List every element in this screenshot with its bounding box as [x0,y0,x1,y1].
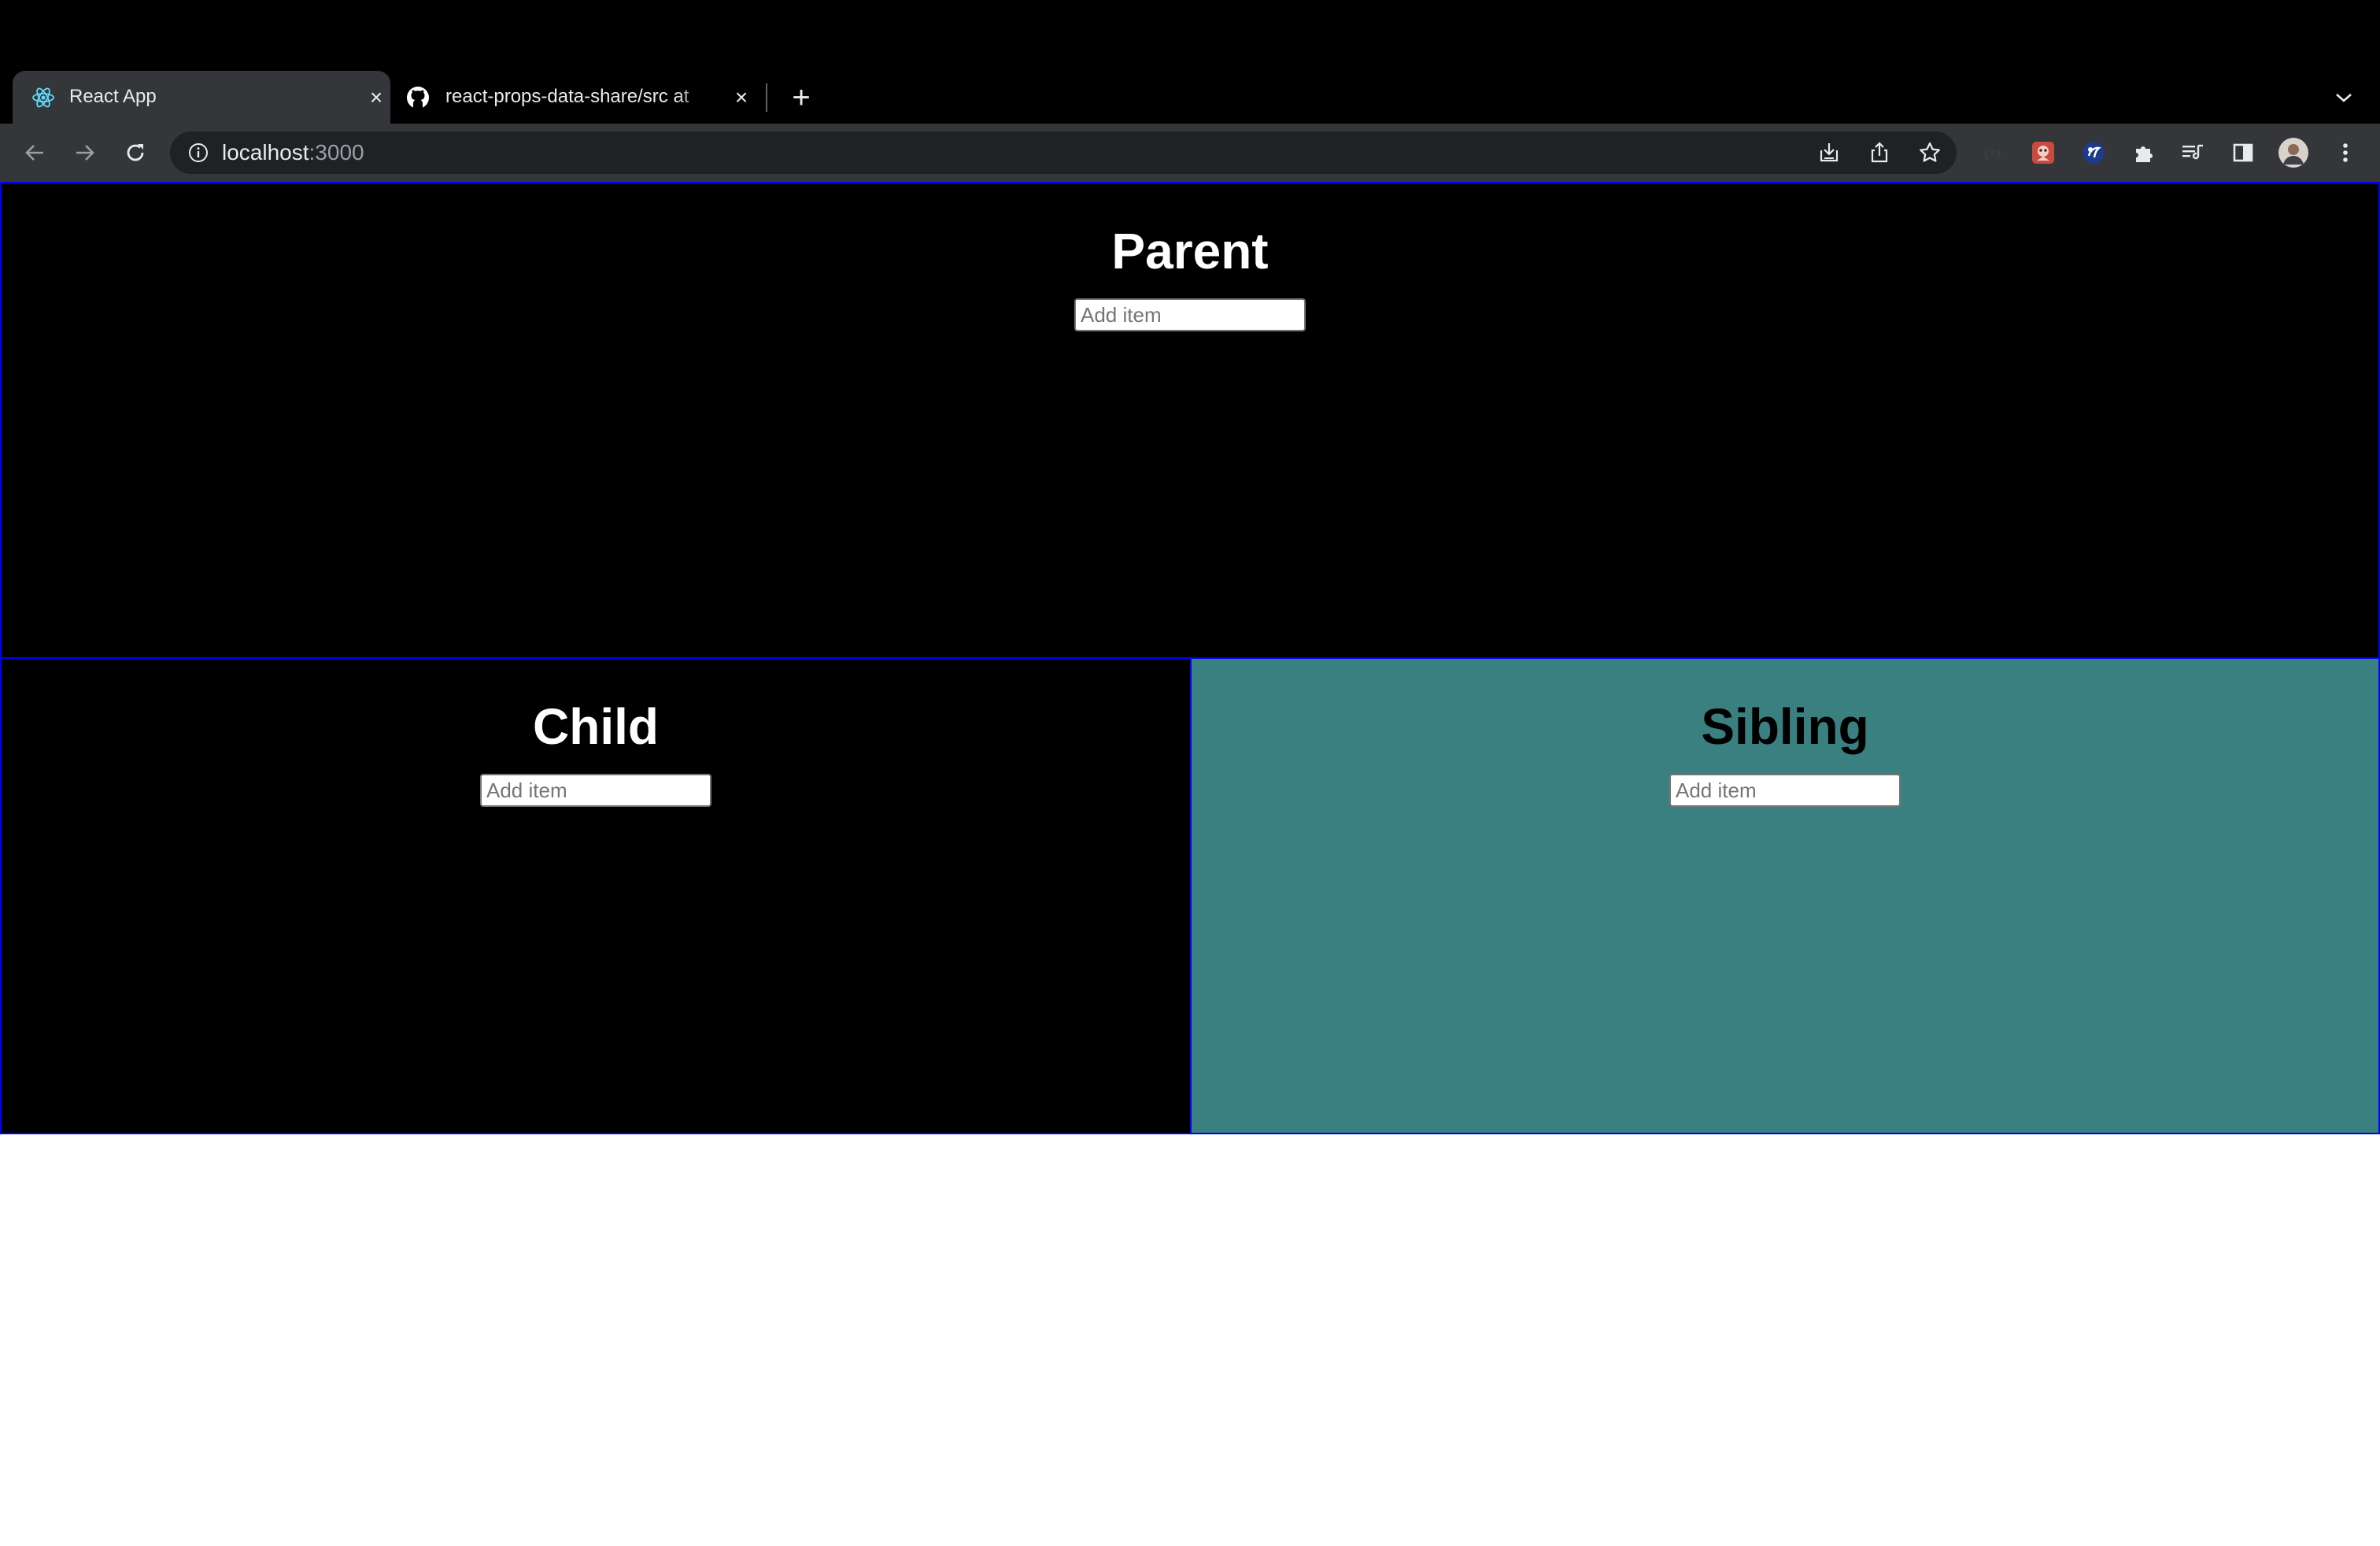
tab-separator [766,83,767,112]
close-tab-icon[interactable]: × [364,85,389,110]
tab-search-chevron-down-icon[interactable] [2328,83,2360,112]
sibling-heading: Sibling [1701,698,1869,755]
address-bar[interactable]: localhost:3000 [170,131,1957,174]
parent-panel: Parent [0,182,2380,659]
tab-title: react-props-data-share/src at [445,86,689,107]
forward-arrow-icon[interactable] [68,135,102,170]
sibling-add-item-input[interactable] [1669,774,1901,807]
new-tab-plus-icon[interactable]: + [785,82,817,113]
side-panel-icon[interactable] [2227,137,2259,168]
puzzle-extensions-icon[interactable] [2128,137,2160,168]
parent-heading: Parent [1111,223,1269,279]
site-info-icon[interactable] [187,142,209,164]
browser-toolbar: localhost:3000 {≡} [0,124,2380,182]
browser-window: React App × react-props-data-share/src a… [0,0,2380,182]
url-text: localhost:3000 [222,139,364,167]
tab-title: React App [69,86,157,107]
profile-avatar[interactable] [2278,137,2309,168]
bookmark-star-icon[interactable] [1914,139,1946,167]
reading-list-icon[interactable] [2177,137,2208,168]
sibling-panel: Sibling [1190,657,2380,1134]
reload-icon[interactable] [118,135,153,170]
tab-react-app[interactable]: React App × [13,71,390,124]
github-icon [406,86,430,109]
json-extension-icon[interactable]: {≡} [1977,137,2009,168]
close-tab-icon[interactable]: × [729,85,754,110]
parent-add-item-input[interactable] [1074,298,1306,331]
page-viewport: Parent Child Sibling [0,182,2380,1546]
child-add-item-input[interactable] [480,774,711,807]
react-logo-icon [31,86,55,109]
tab-github[interactable]: react-props-data-share/src at × [394,71,765,124]
child-panel: Child [0,657,1192,1134]
svg-text:{≡}: {≡} [1983,148,2001,160]
url-port: :3000 [309,140,364,165]
tab-strip: React App × react-props-data-share/src a… [0,71,2380,124]
back-arrow-icon[interactable] [17,135,52,170]
more-menu-icon[interactable] [2330,137,2361,168]
extension-red-icon[interactable] [2027,137,2059,168]
install-app-icon[interactable] [1813,139,1845,167]
url-host: localhost [222,140,309,165]
react-devtools-extension-icon[interactable] [2078,137,2109,168]
child-heading: Child [533,698,659,755]
share-icon[interactable] [1864,139,1895,167]
